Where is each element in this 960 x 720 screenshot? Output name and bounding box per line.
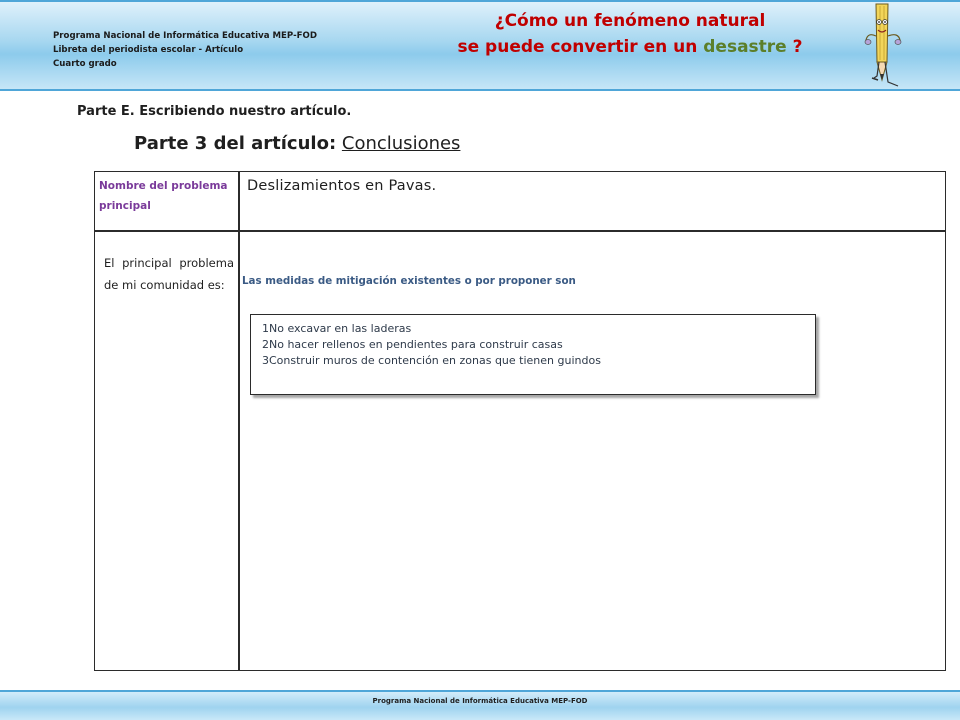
grade-label: Cuarto grado xyxy=(53,59,117,69)
problem-name-label: Nombre del problema principal xyxy=(99,180,228,212)
title-line-1: ¿Cómo un fenómeno natural xyxy=(494,11,766,31)
header-band: Programa Nacional de Informática Educati… xyxy=(0,0,960,91)
page-title: ¿Cómo un fenómeno natural se puede conve… xyxy=(440,8,820,60)
pencil-character-icon xyxy=(864,3,902,87)
part-e-heading: Parte E. Escribiendo nuestro artículo. xyxy=(77,104,352,119)
title-line-2-suffix: ? xyxy=(786,37,803,57)
part-3-topic: Conclusiones xyxy=(341,133,461,154)
title-highlight-word: desastre xyxy=(703,37,787,57)
problem-name-value: Deslizamientos en Pavas. xyxy=(247,178,437,194)
notebook-name: Libreta del periodista escolar - Artícul… xyxy=(53,45,244,55)
header-info: Programa Nacional de Informática Educati… xyxy=(53,29,317,71)
measure-item: 3Construir muros de contención en zonas … xyxy=(262,354,601,367)
measure-item: 2No hacer rellenos en pendientes para co… xyxy=(262,338,563,351)
title-line-2-prefix: se puede convertir en un xyxy=(457,37,704,57)
program-name: Programa Nacional de Informática Educati… xyxy=(53,31,317,41)
mitigation-label: Las medidas de mitigación existentes o p… xyxy=(242,275,576,287)
part-3-label: Parte 3 del artículo: xyxy=(134,133,337,154)
measure-item: 1No excavar en las laderas xyxy=(262,322,412,335)
table-column-divider xyxy=(238,172,240,670)
table-row-divider xyxy=(95,230,945,232)
part-3-heading: Parte 3 del artículo: Conclusiones xyxy=(134,133,460,154)
main-problem-label: El principal problema de mi comunidad es… xyxy=(104,256,234,292)
article-table: Nombre del problema principal Deslizamie… xyxy=(94,171,946,671)
title-line-2: se puede convertir en un desastre ? xyxy=(440,34,820,60)
mitigation-measures-box: 1No excavar en las laderas 2No hacer rel… xyxy=(250,314,816,395)
footer-band: Programa Nacional de Informática Educati… xyxy=(0,690,960,720)
footer-text: Programa Nacional de Informática Educati… xyxy=(372,697,588,705)
